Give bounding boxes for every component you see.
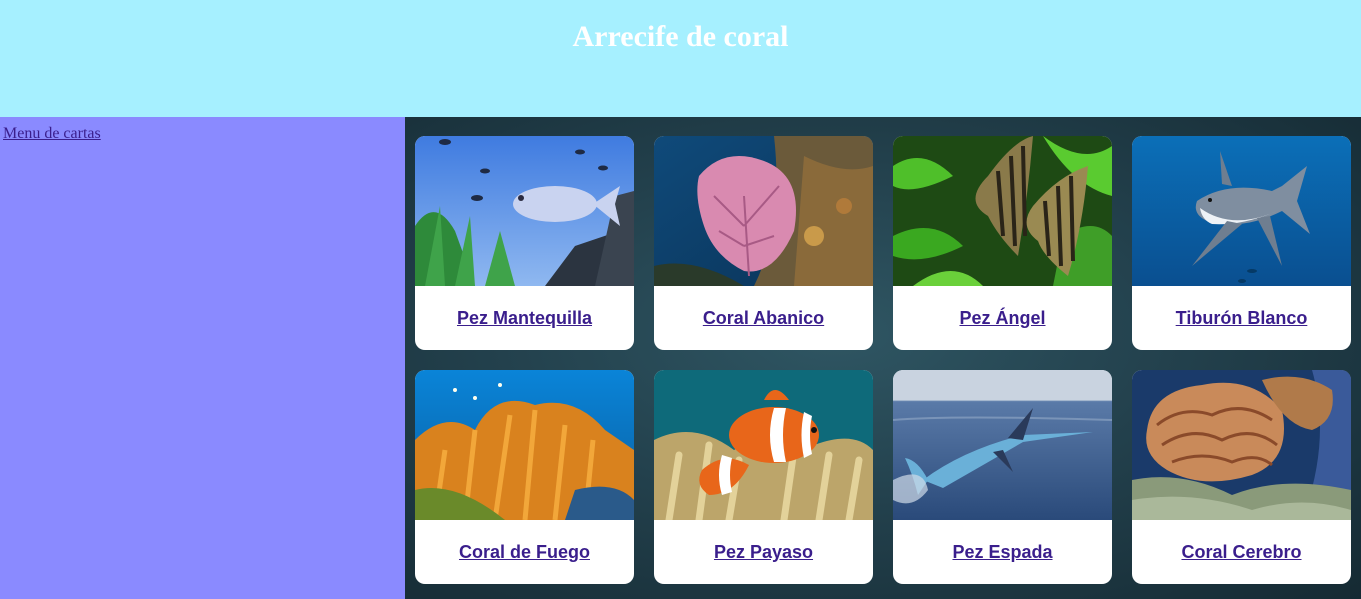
great-white-shark-image xyxy=(1132,136,1351,286)
card-title[interactable]: Pez Mantequilla xyxy=(415,308,634,329)
card-pez-mantequilla[interactable]: Pez Mantequilla xyxy=(415,136,634,350)
card-pez-angel[interactable]: Pez Ángel xyxy=(893,136,1112,350)
card-tiburon-blanco[interactable]: Tiburón Blanco xyxy=(1132,136,1351,350)
card-coral-de-fuego[interactable]: Coral de Fuego xyxy=(415,370,634,584)
card-title[interactable]: Coral Cerebro xyxy=(1132,542,1351,563)
fire-coral-image xyxy=(415,370,634,520)
butterfish-image xyxy=(415,136,634,286)
sea-fan-coral-image xyxy=(654,136,873,286)
angelfish-image xyxy=(893,136,1112,286)
card-pez-espada[interactable]: Pez Espada xyxy=(893,370,1112,584)
page-title: Arrecife de coral xyxy=(572,20,789,53)
clownfish-image xyxy=(654,370,873,520)
swordfish-image xyxy=(893,370,1112,520)
page-header: Arrecife de coral xyxy=(0,0,1361,117)
card-title[interactable]: Pez Payaso xyxy=(654,542,873,563)
sidebar: Menu de cartas xyxy=(0,117,405,599)
card-coral-cerebro[interactable]: Coral Cerebro xyxy=(1132,370,1351,584)
card-title[interactable]: Tiburón Blanco xyxy=(1132,308,1351,329)
card-grid: Pez Mantequilla Coral Abanico Pez Ángel … xyxy=(405,117,1361,599)
card-title[interactable]: Pez Espada xyxy=(893,542,1112,563)
card-title[interactable]: Coral de Fuego xyxy=(415,542,634,563)
card-coral-abanico[interactable]: Coral Abanico xyxy=(654,136,873,350)
card-title[interactable]: Coral Abanico xyxy=(654,308,873,329)
card-title[interactable]: Pez Ángel xyxy=(893,308,1112,329)
menu-de-cartas-link[interactable]: Menu de cartas xyxy=(3,125,101,143)
brain-coral-image xyxy=(1132,370,1351,520)
card-pez-payaso[interactable]: Pez Payaso xyxy=(654,370,873,584)
